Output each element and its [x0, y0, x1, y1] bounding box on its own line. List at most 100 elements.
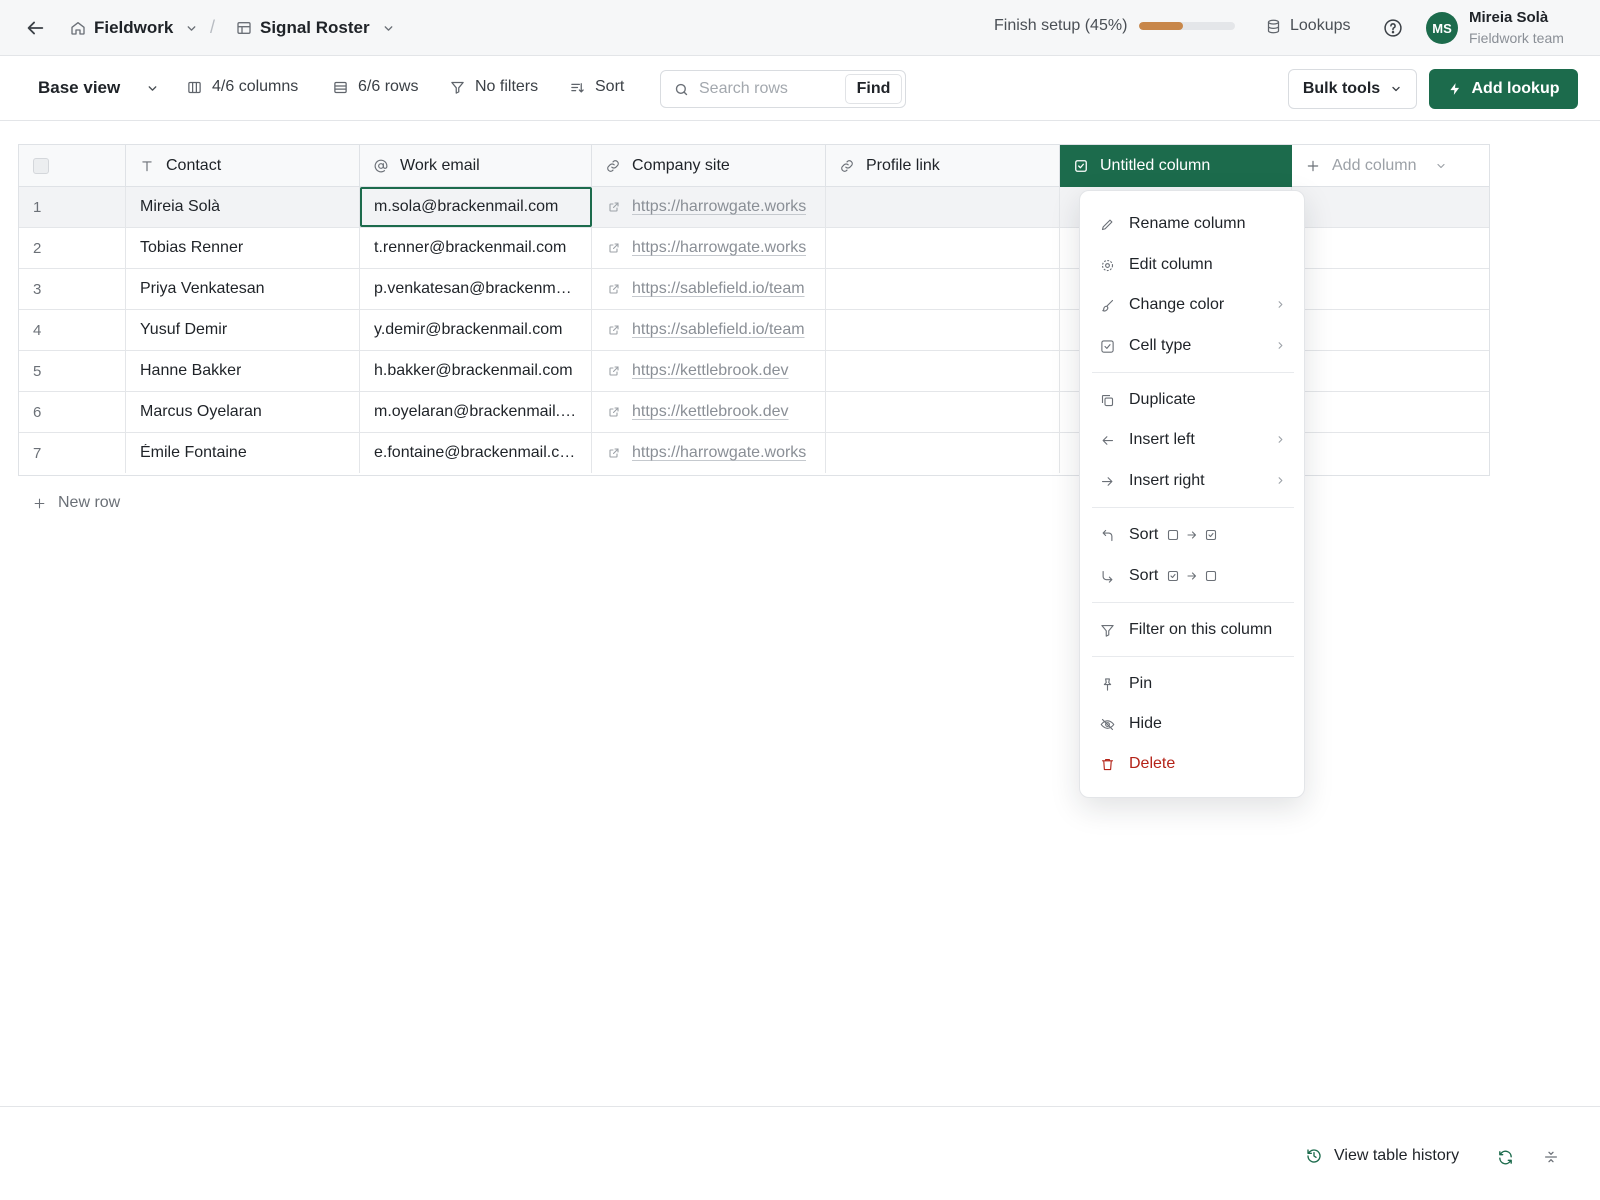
add-lookup-button[interactable]: Add lookup [1429, 69, 1578, 109]
add-column-button[interactable]: Add column [1292, 145, 1489, 187]
external-link-icon[interactable] [608, 324, 620, 336]
contact-value: Mireia Solà [140, 198, 221, 215]
checked-box-icon [1167, 570, 1179, 582]
column-header-untitled[interactable]: Untitled column [1060, 145, 1292, 187]
select-all-checkbox[interactable] [33, 158, 49, 174]
external-link-icon[interactable] [608, 201, 620, 213]
email-cell[interactable]: m.sola@brackenmail.com [360, 187, 592, 227]
arrow-right-icon [1186, 529, 1198, 541]
menu-separator [1092, 507, 1294, 508]
table-breadcrumb[interactable]: Signal Roster [236, 14, 395, 42]
contact-cell[interactable]: Mireia Solà [126, 187, 360, 227]
company-site-value[interactable]: https://kettlebrook.dev [632, 362, 789, 380]
menu-item-sort-checked-first[interactable]: Sort [1088, 559, 1296, 593]
profile-link-cell[interactable] [826, 433, 1060, 473]
menu-item-cell-type[interactable]: Cell type [1088, 329, 1296, 363]
finish-setup-progress[interactable]: Finish setup (45%) [994, 17, 1236, 35]
external-link-icon[interactable] [608, 365, 620, 377]
menu-item-edit-column[interactable]: Edit column [1088, 248, 1296, 282]
contact-cell[interactable]: Priya Venkatesan [126, 269, 360, 309]
email-cell[interactable]: t.renner@brackenmail.com [360, 228, 592, 268]
new-row-label: New row [58, 494, 121, 511]
column-header-contact[interactable]: Contact [126, 145, 360, 187]
bulk-tools-button[interactable]: Bulk tools [1288, 69, 1417, 109]
back-arrow-icon[interactable] [24, 17, 46, 39]
company-site-cell[interactable]: https://sablefield.io/team [592, 269, 826, 309]
menu-item-hide[interactable]: Hide [1088, 707, 1296, 741]
menu-item-rename-column[interactable]: Rename column [1088, 207, 1296, 241]
menu-item-delete[interactable]: Delete [1088, 747, 1296, 781]
chevron-right-icon [1275, 299, 1286, 310]
find-button[interactable]: Find [845, 74, 902, 104]
filters-button[interactable]: No filters [450, 78, 538, 96]
column-header-company-site[interactable]: Company site [592, 145, 826, 187]
column-header-work-email[interactable]: Work email [360, 145, 592, 187]
profile-link-cell[interactable] [826, 228, 1060, 268]
company-site-cell[interactable]: https://sablefield.io/team [592, 310, 826, 350]
menu-item-sort-unchecked-first[interactable]: Sort [1088, 518, 1296, 552]
menu-item-duplicate[interactable]: Duplicate [1088, 383, 1296, 417]
avatar[interactable]: MS [1426, 12, 1458, 44]
company-site-cell[interactable]: https://kettlebrook.dev [592, 351, 826, 391]
external-link-icon[interactable] [608, 283, 620, 295]
menu-item-change-color[interactable]: Change color [1088, 288, 1296, 322]
columns-button[interactable]: 4/6 columns [187, 78, 298, 96]
chevron-down-icon[interactable] [146, 82, 159, 95]
contact-cell[interactable]: Yusuf Demir [126, 310, 360, 350]
empty-cell [1292, 392, 1489, 432]
menu-item-filter-column[interactable]: Filter on this column [1088, 613, 1296, 647]
email-cell[interactable]: h.bakker@brackenmail.com [360, 351, 592, 391]
view-select[interactable]: Base view [38, 78, 120, 98]
lookups-link[interactable]: Lookups [1266, 17, 1351, 35]
email-cell[interactable]: e.fontaine@brackenmail.com [360, 433, 592, 473]
rows-button[interactable]: 6/6 rows [333, 78, 418, 96]
external-link-icon[interactable] [608, 242, 620, 254]
company-site-value[interactable]: https://harrowgate.works [632, 198, 806, 216]
collapse-icon[interactable] [1543, 1149, 1559, 1165]
company-site-value[interactable]: https://harrowgate.works [632, 239, 806, 257]
workspace-breadcrumb[interactable]: Fieldwork [70, 14, 198, 42]
company-site-value[interactable]: https://sablefield.io/team [632, 280, 805, 298]
profile-link-cell[interactable] [826, 392, 1060, 432]
row-number: 6 [19, 392, 126, 432]
profile-link-cell[interactable] [826, 310, 1060, 350]
workspace-name: Fieldwork [94, 18, 174, 37]
contact-cell[interactable]: Hanne Bakker [126, 351, 360, 391]
company-site-value[interactable]: https://sablefield.io/team [632, 321, 805, 339]
menu-item-pin[interactable]: Pin [1088, 667, 1296, 701]
refresh-icon[interactable] [1497, 1149, 1514, 1166]
external-link-icon[interactable] [608, 447, 620, 459]
company-site-cell[interactable]: https://harrowgate.works [592, 433, 826, 473]
contact-cell[interactable]: Tobias Renner [126, 228, 360, 268]
new-row-button[interactable]: New row [33, 494, 120, 512]
row-number: 5 [19, 351, 126, 391]
menu-item-insert-left[interactable]: Insert left [1088, 423, 1296, 457]
contact-value: Marcus Oyelaran [140, 403, 262, 420]
profile-link-cell[interactable] [826, 187, 1060, 227]
company-site-cell[interactable]: https://kettlebrook.dev [592, 392, 826, 432]
link-icon [840, 159, 854, 173]
view-table-history-link[interactable]: View table history [1306, 1147, 1459, 1165]
profile-link-cell[interactable] [826, 269, 1060, 309]
company-site-value[interactable]: https://kettlebrook.dev [632, 403, 789, 421]
sort-button[interactable]: Sort [570, 78, 624, 96]
email-cell[interactable]: y.demir@brackenmail.com [360, 310, 592, 350]
menu-item-insert-right[interactable]: Insert right [1088, 464, 1296, 498]
email-cell[interactable]: p.venkatesan@brackenmail.com [360, 269, 592, 309]
contact-cell[interactable]: Marcus Oyelaran [126, 392, 360, 432]
search-input[interactable] [699, 76, 847, 102]
external-link-icon[interactable] [608, 406, 620, 418]
company-site-value[interactable]: https://harrowgate.works [632, 444, 806, 462]
lightning-icon [1448, 82, 1462, 96]
help-icon[interactable] [1383, 18, 1403, 38]
rows-icon [333, 80, 348, 95]
eye-off-icon [1100, 717, 1115, 732]
contact-cell[interactable]: Émile Fontaine [126, 433, 360, 473]
profile-link-cell[interactable] [826, 351, 1060, 391]
email-cell[interactable]: m.oyelaran@brackenmail.com [360, 392, 592, 432]
column-header-profile-link[interactable]: Profile link [826, 145, 1060, 187]
company-site-cell[interactable]: https://harrowgate.works [592, 187, 826, 227]
company-site-cell[interactable]: https://harrowgate.works [592, 228, 826, 268]
add-column-label: Add column [1332, 156, 1417, 174]
email-value: h.bakker@brackenmail.com [374, 362, 573, 379]
